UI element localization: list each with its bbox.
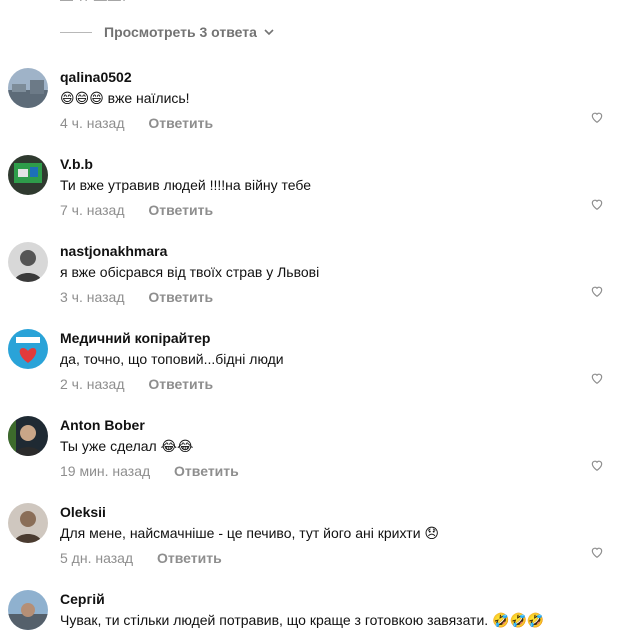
reply-button[interactable]: Ответить — [148, 202, 213, 218]
comment-timestamp: 4 ч. назад — [60, 115, 125, 131]
comment-text: Ти вже утравив людей !!!!на війну тебе — [60, 177, 312, 193]
man-in-car-avatar — [8, 416, 48, 456]
avatar[interactable] — [8, 329, 48, 369]
comment-text: Чувак, ти стільки людей потравив, що кра… — [60, 612, 545, 628]
comment-timestamp: 7 ч. назад — [60, 202, 125, 218]
view-replies-label: Просмотреть 3 ответа — [104, 24, 257, 40]
comment-text: 😄😄😄 вже наїлись! — [60, 90, 190, 106]
like-heart-icon[interactable] — [590, 284, 604, 298]
view-replies-button[interactable]: Просмотреть 3 ответа — [60, 22, 275, 42]
comment-text: я вже обісрався від твоїх страв у Львові — [60, 264, 320, 280]
landscape-photo-avatar — [8, 68, 48, 108]
like-heart-icon[interactable] — [590, 197, 604, 211]
reply-button[interactable]: Ответить — [148, 289, 213, 305]
like-heart-icon[interactable] — [590, 458, 604, 472]
previous-comment-cutoff: — ·· ——· — [60, 0, 127, 7]
avatar[interactable] — [8, 242, 48, 282]
comment-username[interactable]: nastjonakhmara — [60, 242, 598, 260]
comment-timestamp: 2 ч. назад — [60, 376, 125, 392]
comment-text: да, точно, що топовий...бідні люди — [60, 351, 284, 367]
like-heart-icon[interactable] — [590, 545, 604, 559]
comment-timestamp: 19 мин. назад — [60, 463, 151, 479]
reply-button[interactable]: Ответить — [148, 115, 213, 131]
portrait-bw-avatar — [8, 242, 48, 282]
green-screen-avatar — [8, 155, 48, 195]
comment-timestamp: 5 дн. назад — [60, 550, 134, 566]
reply-button[interactable]: Ответить — [157, 550, 222, 566]
reply-button[interactable]: Ответить — [148, 376, 213, 392]
avatar[interactable] — [8, 68, 48, 108]
comment-username[interactable]: Oleksii — [60, 503, 598, 521]
blue-heart-logo-avatar — [8, 329, 48, 369]
comment-username[interactable]: V.b.b — [60, 155, 598, 173]
comment-timestamp: 3 ч. назад — [60, 289, 125, 305]
like-heart-icon[interactable] — [590, 371, 604, 385]
replies-divider-line — [60, 31, 92, 33]
comment-text: Ты уже сделал 😂😂 — [60, 438, 194, 454]
chevron-down-icon — [264, 29, 274, 36]
avatar[interactable] — [8, 416, 48, 456]
comment-username[interactable]: Anton Bober — [60, 416, 598, 434]
comment-username[interactable]: Сергій — [60, 590, 598, 608]
like-heart-icon[interactable] — [590, 110, 604, 124]
avatar[interactable] — [8, 503, 48, 543]
reply-button[interactable]: Ответить — [174, 463, 239, 479]
avatar[interactable] — [8, 590, 48, 630]
avatar[interactable] — [8, 155, 48, 195]
portrait-sepia-avatar — [8, 503, 48, 543]
comment-text: Для мене, найсмачніше - це печиво, тут й… — [60, 525, 440, 541]
street-photo-avatar — [8, 590, 48, 630]
comment-username[interactable]: qalina0502 — [60, 68, 598, 86]
comment-username[interactable]: Медичний копірайтер — [60, 329, 598, 347]
